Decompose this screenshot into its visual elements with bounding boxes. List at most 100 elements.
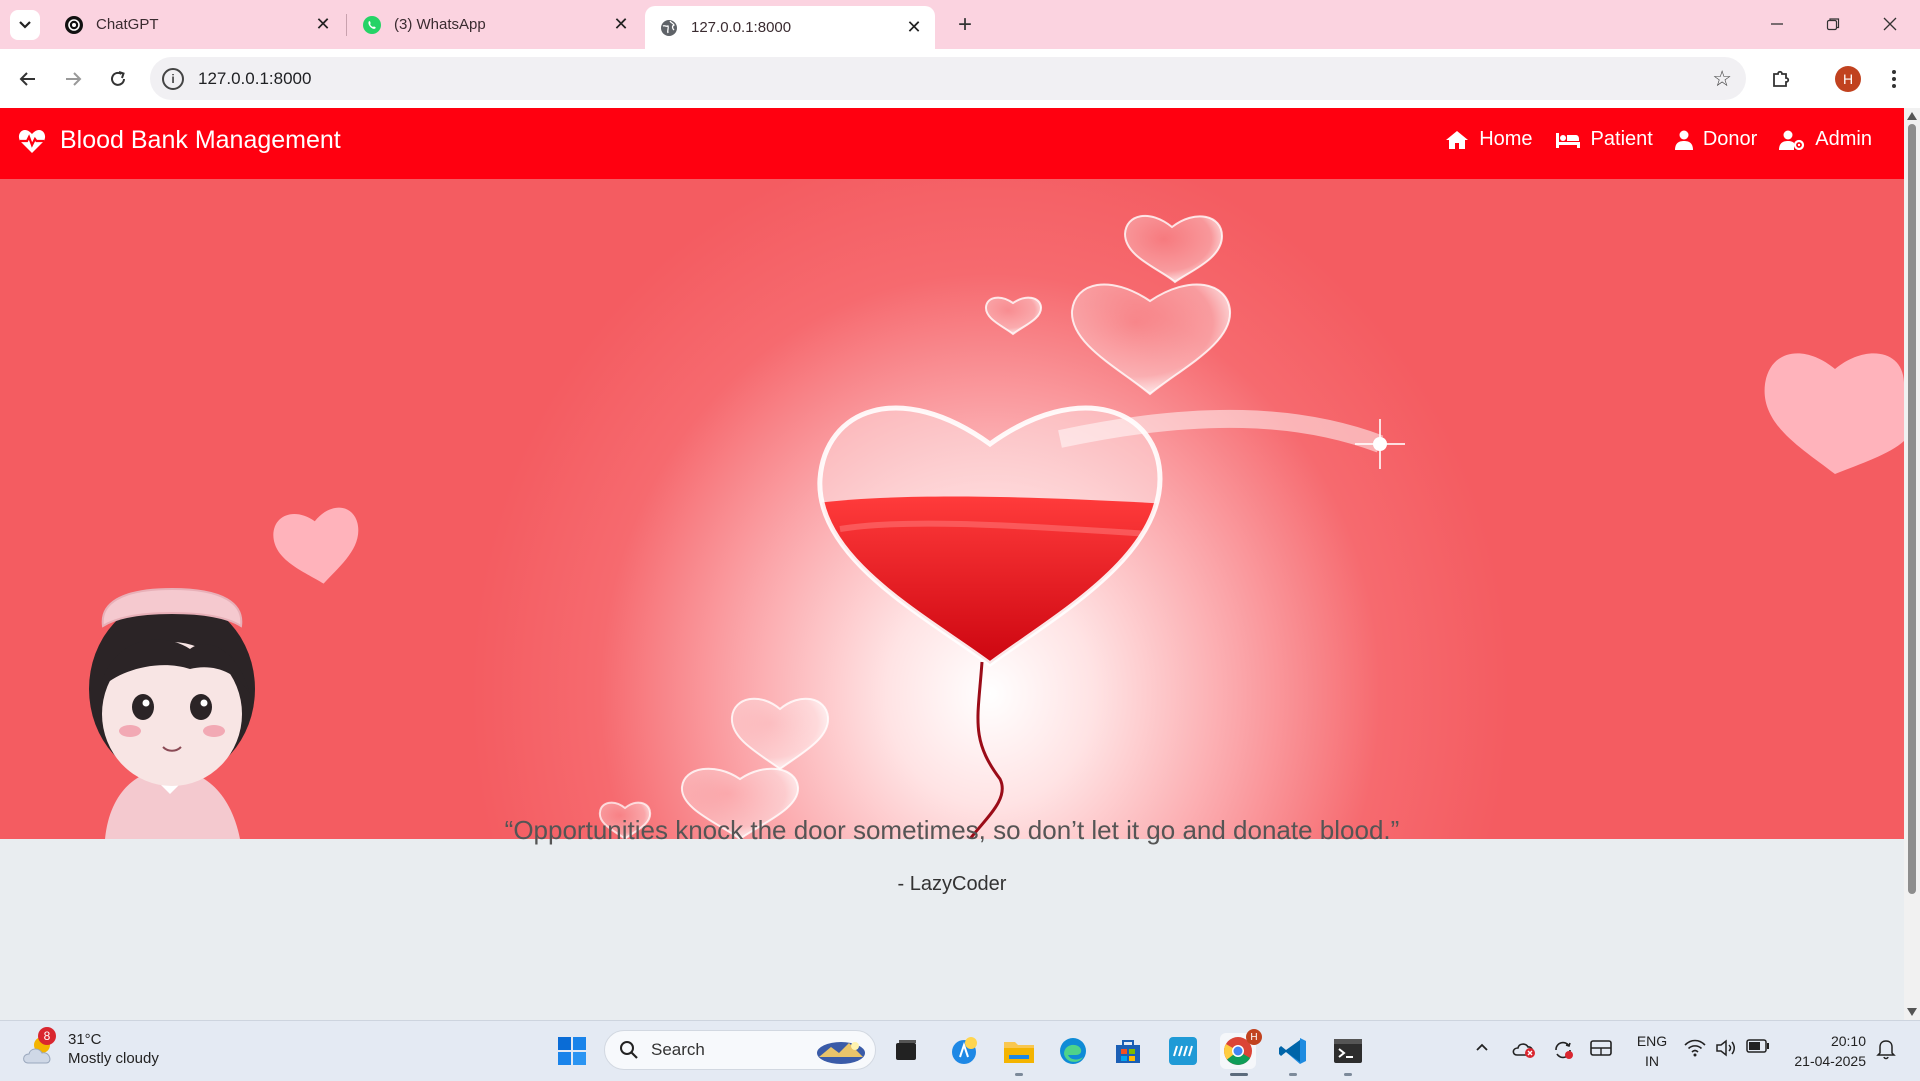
bell-icon	[1876, 1040, 1896, 1060]
edge-browser-icon	[1060, 1038, 1086, 1064]
region-code: IN	[1645, 1053, 1659, 1069]
arrow-left-icon	[19, 72, 35, 86]
cloud-error-icon	[1512, 1043, 1535, 1058]
search-icon	[620, 1041, 638, 1059]
reload-button[interactable]	[102, 63, 134, 95]
reload-icon	[111, 71, 125, 86]
file-explorer-app[interactable]	[1001, 1033, 1037, 1069]
hero-banner-image	[0, 179, 1904, 839]
brand-title: Blood Bank Management	[60, 126, 341, 154]
taskbar-search[interactable]: Search	[604, 1030, 876, 1070]
browser-menu-button[interactable]	[1878, 63, 1910, 95]
taskbar-active-indicator	[1230, 1073, 1248, 1076]
show-hidden-icons-button[interactable]	[1474, 1039, 1490, 1058]
system-clock[interactable]: 20:10 21-04-2025	[1784, 1031, 1866, 1071]
chrome-app[interactable]: H	[1220, 1029, 1262, 1069]
taskbar-running-indicator	[1015, 1073, 1023, 1076]
user-cog-icon	[1779, 130, 1805, 150]
search-label: Search	[651, 1040, 705, 1059]
nav-patient[interactable]: Patient	[1555, 128, 1653, 151]
nav-donor[interactable]: Donor	[1674, 128, 1757, 151]
weather-widget[interactable]: 8 31°C Mostly cloudy	[20, 1027, 159, 1069]
nav-links: Home Patient Donor Admin	[1423, 128, 1872, 151]
terminal-app[interactable]	[1330, 1033, 1366, 1069]
quote-author: - LazyCoder	[897, 873, 1007, 895]
myhp-app[interactable]	[1165, 1033, 1201, 1069]
new-tab-button[interactable]: +	[950, 10, 980, 40]
page-scrollbar[interactable]	[1904, 108, 1920, 1020]
nav-admin[interactable]: Admin	[1779, 128, 1872, 151]
myhp-icon	[1169, 1037, 1197, 1065]
bed-icon	[1555, 132, 1580, 148]
folder-icon	[1004, 1042, 1034, 1063]
close-tab-icon[interactable]: ✕	[608, 12, 634, 38]
tab-chatgpt[interactable]: ChatGPT ✕	[50, 8, 344, 41]
battery-status[interactable]	[1746, 1039, 1770, 1056]
nav-label: Home	[1479, 128, 1533, 150]
battery-icon	[1746, 1039, 1769, 1053]
task-view-icon	[896, 1040, 916, 1060]
extensions-button[interactable]	[1765, 63, 1797, 95]
back-button[interactable]	[12, 63, 44, 95]
weather-description: Mostly cloudy	[68, 1050, 159, 1067]
profile-avatar[interactable]: H	[1835, 66, 1861, 92]
donation-quote: “Opportunities knock the door sometimes,…	[504, 815, 1400, 845]
whatsapp-icon	[362, 15, 382, 35]
copilot-icon	[952, 1037, 977, 1064]
chatgpt-icon	[64, 15, 84, 35]
site-info-icon[interactable]: i	[162, 67, 184, 90]
close-tab-icon[interactable]: ✕	[901, 15, 927, 41]
site-brand-link[interactable]: Blood Bank Management	[18, 126, 341, 155]
sync-icon	[1555, 1041, 1573, 1059]
tab-whatsapp[interactable]: (3) WhatsApp ✕	[348, 8, 642, 41]
address-bar[interactable]: i 127.0.0.1:8000 ☆	[150, 57, 1746, 100]
clock-date: 21-04-2025	[1794, 1053, 1866, 1069]
close-window-button[interactable]	[1870, 8, 1910, 40]
forward-button[interactable]	[57, 63, 89, 95]
volume-status[interactable]	[1715, 1039, 1737, 1060]
copilot-app[interactable]	[947, 1033, 983, 1069]
edge-app[interactable]	[1055, 1033, 1091, 1069]
close-tab-icon[interactable]: ✕	[310, 12, 336, 38]
scroll-up-arrow-icon[interactable]	[1907, 112, 1917, 120]
microsoft-store-app[interactable]	[1110, 1033, 1146, 1069]
taskbar-running-indicator	[1289, 1073, 1297, 1076]
task-view-app[interactable]	[888, 1033, 924, 1069]
scroll-thumb[interactable]	[1908, 124, 1916, 894]
sync-status[interactable]	[1552, 1039, 1574, 1064]
minimize-icon	[1771, 23, 1783, 25]
network-status[interactable]	[1684, 1039, 1706, 1060]
scroll-down-arrow-icon[interactable]	[1907, 1008, 1917, 1016]
tab-search-button[interactable]	[10, 10, 40, 40]
page-viewport: Blood Bank Management Home Patient Donor…	[0, 108, 1904, 1020]
tab-title: (3) WhatsApp	[394, 16, 486, 33]
hero-illustration	[89, 214, 1904, 839]
notifications-button[interactable]	[1876, 1038, 1896, 1063]
language-code: ENG	[1636, 1033, 1668, 1049]
terminal-icon	[1334, 1039, 1362, 1063]
windows-logo-icon	[558, 1037, 586, 1065]
close-icon	[1883, 17, 1897, 31]
onedrive-status[interactable]	[1512, 1039, 1536, 1062]
url-text: 127.0.0.1:8000	[198, 68, 312, 88]
nav-label: Patient	[1590, 128, 1653, 150]
wifi-icon	[1684, 1039, 1706, 1057]
taskbar-running-indicator	[1344, 1073, 1352, 1076]
vscode-app[interactable]	[1275, 1033, 1311, 1069]
arrow-right-icon	[66, 72, 82, 86]
nav-home[interactable]: Home	[1445, 128, 1533, 151]
puzzle-icon	[1773, 70, 1790, 87]
tab-title: 127.0.0.1:8000	[691, 19, 792, 36]
minimize-button[interactable]	[1757, 8, 1797, 40]
keyboard-icon	[1590, 1040, 1612, 1056]
tab-localhost[interactable]: 127.0.0.1:8000 ✕	[645, 6, 935, 49]
vscode-icon	[1279, 1038, 1306, 1064]
tab-title: ChatGPT	[96, 16, 159, 33]
chrome-profile-badge: H	[1246, 1029, 1262, 1045]
browser-tab-bar: ChatGPT ✕ (3) WhatsApp ✕ 127.0.0.1:8000 …	[0, 0, 1920, 49]
start-button[interactable]	[556, 1035, 588, 1067]
restore-button[interactable]	[1813, 8, 1853, 40]
bookmark-star-icon[interactable]: ☆	[1712, 66, 1732, 92]
touch-keyboard-button[interactable]	[1590, 1039, 1612, 1060]
input-language[interactable]: ENG IN	[1636, 1031, 1668, 1071]
